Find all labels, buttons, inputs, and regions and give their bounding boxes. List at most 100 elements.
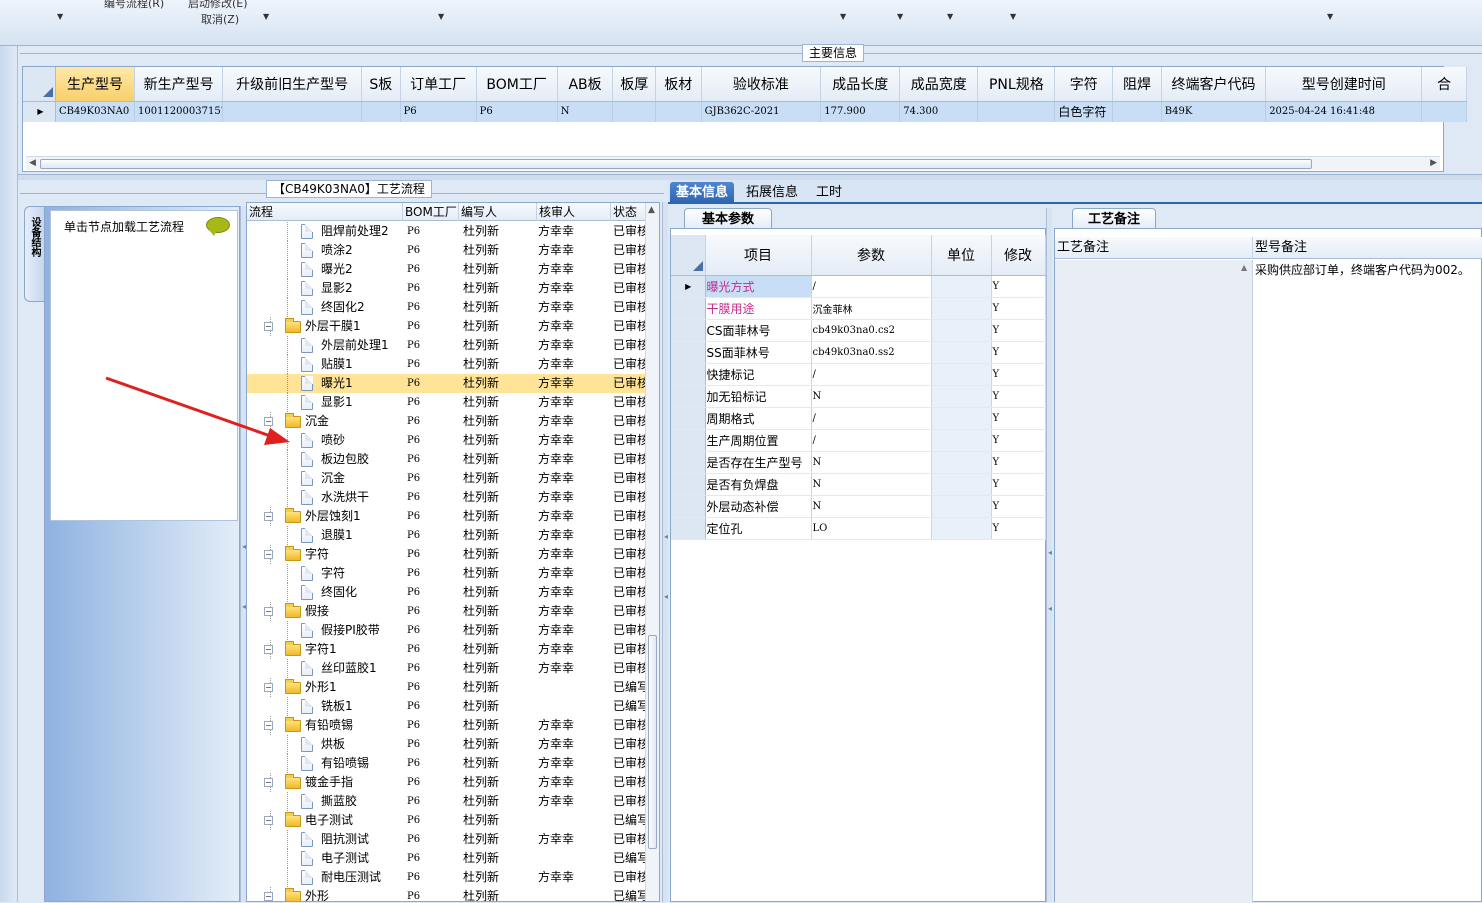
col-header-param[interactable]: 参数 <box>811 235 932 276</box>
tree-row[interactable]: 终固化2 P6 杜列新 方幸幸 已审核 <box>247 298 645 317</box>
tree-node-label[interactable]: 外层前处理1 <box>321 336 403 355</box>
col-header-length[interactable]: 成品长度 <box>820 67 901 102</box>
cell-thickness[interactable] <box>612 101 656 122</box>
param-unit[interactable] <box>931 517 992 540</box>
param-unit[interactable] <box>931 451 992 474</box>
tree-node-label[interactable]: 字符 <box>321 564 403 583</box>
collapse-icon[interactable]: − <box>264 892 273 901</box>
dropdown-arrow-icon[interactable]: ▼ <box>438 12 444 21</box>
tree-node-label[interactable]: 沉金 <box>305 412 403 431</box>
col-header-order-factory[interactable]: 订单工厂 <box>400 67 477 102</box>
tab-extended-info[interactable]: 拓展信息 <box>740 182 804 204</box>
subtab-basic-params[interactable]: 基本参数 <box>684 208 772 230</box>
tree-node-label[interactable]: 阻焊前处理2 <box>321 222 403 241</box>
col-header-width[interactable]: 成品宽度 <box>899 67 979 102</box>
collapse-icon[interactable]: − <box>264 816 273 825</box>
param-modify[interactable]: Y <box>991 275 1046 298</box>
param-modify[interactable]: Y <box>991 495 1046 518</box>
tab-basic-info[interactable]: 基本信息 <box>670 182 735 204</box>
nav-side-tab[interactable]: 设备结构 <box>24 206 44 302</box>
tree-node-label[interactable]: 烘板 <box>321 735 403 754</box>
col-header-flow[interactable]: 流程 <box>247 203 403 221</box>
tab-work-hours[interactable]: 工时 <box>810 182 848 204</box>
vertical-splitter[interactable]: ◂ ◂ <box>662 202 668 902</box>
param-value[interactable]: / <box>811 429 932 452</box>
tree-row[interactable]: 终固化 P6 杜列新 方幸幸 已审核 <box>247 583 645 602</box>
tree-vertical-scrollbar[interactable]: ▲ <box>645 203 659 901</box>
tree-node-label[interactable]: 假接 <box>305 602 403 621</box>
tree-node-label[interactable]: 字符1 <box>305 640 403 659</box>
cell-acceptance[interactable]: GJB362C-2021 <box>701 101 822 122</box>
tree-row[interactable]: 水洗烘干 P6 杜列新 方幸幸 已审核 <box>247 488 645 507</box>
dropdown-arrow-icon[interactable]: ▼ <box>263 12 269 21</box>
tree-node-label[interactable]: 电子测试 <box>305 811 403 830</box>
param-value[interactable]: / <box>811 275 932 298</box>
param-row[interactable]: 干膜用途 沉金菲林 Y <box>671 297 1046 320</box>
col-header-solder[interactable]: 阻焊 <box>1112 67 1162 102</box>
param-value[interactable]: 沉金菲林 <box>811 297 932 320</box>
tree-row[interactable]: 沉金 P6 杜列新 方幸幸 已审核 <box>247 469 645 488</box>
tree-row[interactable]: 阻抗测试 P6 杜列新 方幸幸 已审核 <box>247 830 645 849</box>
tree-row[interactable]: 假接PI胶带 P6 杜列新 方幸幸 已审核 <box>247 621 645 640</box>
col-header-process-remark[interactable]: 工艺备注 <box>1055 237 1253 259</box>
param-modify[interactable]: Y <box>991 297 1046 320</box>
tree-node-label[interactable]: 假接PI胶带 <box>321 621 403 640</box>
param-modify[interactable]: Y <box>991 341 1046 364</box>
param-row[interactable]: 定位孔 LO Y <box>671 517 1046 540</box>
cell-pnl[interactable] <box>977 101 1056 122</box>
scroll-left-icon[interactable]: ◀ <box>29 158 36 168</box>
collapse-icon[interactable]: − <box>264 607 273 616</box>
col-header-material[interactable]: 板材 <box>655 67 702 102</box>
param-row[interactable]: 快捷标记 / Y <box>671 363 1046 386</box>
tree-node-label[interactable]: 喷涂2 <box>321 241 403 260</box>
param-modify[interactable]: Y <box>991 407 1046 430</box>
tree-node-label[interactable]: 喷砂 <box>321 431 403 450</box>
cell-ab-board[interactable]: N <box>557 101 614 122</box>
tree-row[interactable]: 丝印蓝胶1 P6 杜列新 方幸幸 已审核 <box>247 659 645 678</box>
param-row[interactable]: CS面菲林号 cb49k03na0.cs2 Y <box>671 319 1046 342</box>
cell-solder[interactable] <box>1112 101 1162 122</box>
param-row[interactable]: SS面菲林号 cb49k03na0.ss2 Y <box>671 341 1046 364</box>
tree-row[interactable]: 显影1 P6 杜列新 方幸幸 已审核 <box>247 393 645 412</box>
cell-char[interactable]: 白色字符 <box>1054 101 1114 122</box>
col-header-char[interactable]: 字符 <box>1054 67 1114 102</box>
col-header-created[interactable]: 型号创建时间 <box>1265 67 1423 102</box>
param-modify[interactable]: Y <box>991 473 1046 496</box>
tree-node-label[interactable]: 有铅喷锡 <box>321 754 403 773</box>
tree-node-label[interactable]: 耐电压测试 <box>321 868 403 887</box>
tree-node-label[interactable]: 镀金手指 <box>305 773 403 792</box>
param-value[interactable]: N <box>811 473 932 496</box>
tree-row[interactable]: 耐电压测试 P6 杜列新 方幸幸 已审核 <box>247 868 645 887</box>
param-modify[interactable]: Y <box>991 385 1046 408</box>
cell-material[interactable] <box>655 101 702 122</box>
tree-node-label[interactable]: 终固化 <box>321 583 403 602</box>
param-value[interactable]: N <box>811 385 932 408</box>
cell-s-board[interactable] <box>361 101 401 122</box>
cell-old-model[interactable] <box>222 101 363 122</box>
tree-node-label[interactable]: 撕蓝胶 <box>321 792 403 811</box>
tree-node-label[interactable]: 电子测试 <box>321 849 403 868</box>
tree-node-label[interactable]: 显影2 <box>321 279 403 298</box>
dropdown-arrow-icon[interactable]: ▼ <box>840 12 846 21</box>
param-row[interactable]: 加无铅标记 N Y <box>671 385 1046 408</box>
param-row[interactable]: 周期格式 / Y <box>671 407 1046 430</box>
collapse-icon[interactable]: − <box>264 683 273 692</box>
col-header-old-model[interactable]: 升级前旧生产型号 <box>222 67 363 102</box>
tree-node-label[interactable]: 外层蚀刻1 <box>305 507 403 526</box>
tree-row[interactable]: − 外层蚀刻1 P6 杜列新 方幸幸 已审核 <box>247 507 645 526</box>
cell-created[interactable]: 2025-04-24 16:41:48 <box>1265 101 1423 122</box>
cell-production-model[interactable]: CB49K03NA0 <box>55 101 136 122</box>
tree-row[interactable]: 贴膜1 P6 杜列新 方幸幸 已审核 <box>247 355 645 374</box>
param-value[interactable]: N <box>811 495 932 518</box>
scroll-up-icon[interactable]: ▲ <box>648 205 655 215</box>
param-modify[interactable]: Y <box>991 319 1046 342</box>
col-header-bom-factory[interactable]: BOM工厂 <box>403 203 459 221</box>
param-value[interactable]: / <box>811 363 932 386</box>
param-unit[interactable] <box>931 407 992 430</box>
tree-row[interactable]: − 假接 P6 杜列新 方幸幸 已审核 <box>247 602 645 621</box>
tree-row[interactable]: 外层前处理1 P6 杜列新 方幸幸 已审核 <box>247 336 645 355</box>
model-remark-text[interactable]: 采购供应部订单，终端客户代码为002。 <box>1255 261 1470 278</box>
dropdown-arrow-icon[interactable]: ▼ <box>57 12 63 21</box>
param-value[interactable]: N <box>811 451 932 474</box>
param-row[interactable]: 外层动态补偿 N Y <box>671 495 1046 518</box>
